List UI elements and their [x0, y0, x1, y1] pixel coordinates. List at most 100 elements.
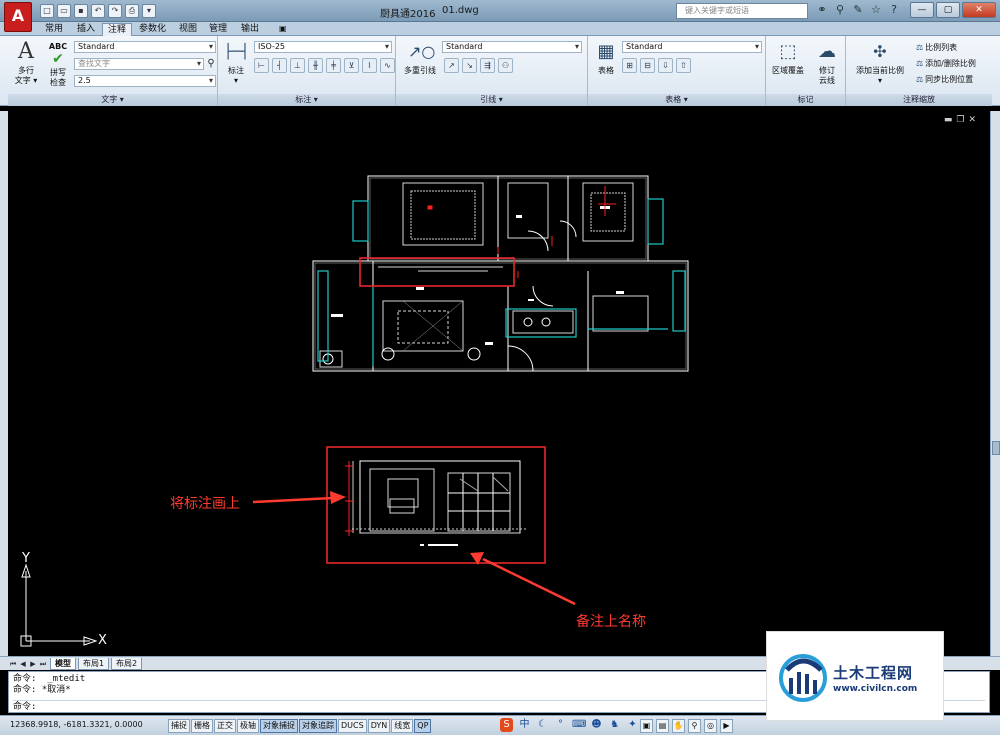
text-style-dropdown[interactable]: Standard [74, 41, 216, 53]
add-leader-icon[interactable]: ↗ [444, 58, 459, 73]
add-delete-scale-button[interactable]: ⚖ 添加/删除比例 [916, 58, 976, 69]
open-folder-icon[interactable]: ▭ [57, 4, 71, 18]
prev-tab-icon[interactable]: ◀ [18, 659, 28, 669]
dim-baseline-icon[interactable]: ⊥ [290, 58, 305, 73]
tab-insert[interactable]: 插入 [72, 23, 100, 36]
maximize-icon[interactable]: ▢ [936, 2, 960, 18]
dim-inspect-icon[interactable]: ⌇ [362, 58, 377, 73]
ime-tools-icon[interactable]: ✦ [626, 718, 639, 732]
sogou-ime-icon[interactable]: S [500, 718, 513, 732]
scrollbar-thumb[interactable] [992, 441, 1000, 455]
minimize-icon[interactable]: — [910, 2, 934, 18]
qat-dropdown-icon[interactable]: ▾ [142, 4, 156, 18]
showmotion-icon[interactable]: ▶ [720, 719, 733, 733]
leader-style-dropdown[interactable]: Standard [442, 41, 582, 53]
collect-leader-icon[interactable]: ⚇ [498, 58, 513, 73]
ime-language-indicator[interactable]: 中 [518, 718, 531, 732]
quick-view-layouts-icon[interactable]: ▤ [656, 719, 669, 733]
add-current-scale-button[interactable]: ✣ 添加当前比例 ▾ [850, 40, 910, 86]
dim-continue-icon[interactable]: ┤ [272, 58, 287, 73]
scale-list-button[interactable]: ⚖ 比例列表 [916, 42, 957, 53]
spell-check-button[interactable]: ABC ✔ 拼写 检查 [44, 40, 72, 88]
table-button[interactable]: ▦ 表格 [592, 40, 620, 76]
table-extract-icon[interactable]: ⊟ [640, 58, 655, 73]
communication-icon[interactable]: ✎ [851, 3, 865, 17]
subscription-key-icon[interactable]: ⚲ [833, 3, 847, 17]
dim-space-icon[interactable]: ╫ [308, 58, 323, 73]
dim-tolerance-icon[interactable]: ⊻ [344, 58, 359, 73]
model-space-icon[interactable]: ▣ [640, 719, 653, 733]
ime-keyboard-icon[interactable]: ⌨ [572, 718, 586, 732]
toggle-otrack[interactable]: 对象追踪 [299, 719, 337, 733]
panel-title-text[interactable]: 文字 ▾ [8, 94, 217, 106]
tab-annotate[interactable]: 注释 [102, 23, 133, 36]
find-text-input[interactable]: 查找文字 [74, 58, 204, 70]
ime-user-icon[interactable]: ☻ [590, 718, 603, 732]
ime-punctuation-icon[interactable]: ° [554, 718, 567, 732]
next-tab-icon[interactable]: ▶ [28, 659, 38, 669]
toggle-dyn[interactable]: DYN [367, 719, 391, 733]
dim-jog-icon[interactable]: ∿ [380, 58, 395, 73]
dimension-style-dropdown[interactable]: ISO-25 [254, 41, 392, 53]
tab-layout2[interactable]: 布局2 [111, 658, 143, 670]
print-icon[interactable]: ⎙ [125, 4, 139, 18]
first-tab-icon[interactable]: ⏮ [8, 659, 18, 669]
table-upload-icon[interactable]: ⇧ [676, 58, 691, 73]
ucs-y-label: Y [22, 551, 30, 566]
panel-title-dimension[interactable]: 标注 ▾ [218, 94, 395, 106]
tab-output[interactable]: 输出 [236, 23, 264, 36]
align-leader-icon[interactable]: ⇶ [480, 58, 495, 73]
table-link-icon[interactable]: ⊞ [622, 58, 637, 73]
search-input[interactable]: 键入关键字或短语 [676, 3, 808, 19]
coordinate-readout[interactable]: 12368.9918, -6181.3321, 0.0000 [10, 720, 143, 729]
dim-quick-icon[interactable]: ⊢ [254, 58, 269, 73]
toggle-polar[interactable]: 极轴 [237, 719, 259, 733]
tab-layout1[interactable]: 布局1 [78, 658, 110, 670]
steering-wheel-icon[interactable]: ◎ [704, 719, 717, 733]
undo-icon[interactable]: ↶ [91, 4, 105, 18]
toggle-ducs[interactable]: DUCS [338, 719, 367, 733]
multileader-label: 多重引线 [404, 66, 436, 75]
vertical-scrollbar[interactable] [990, 111, 1000, 656]
close-icon[interactable]: ✕ [962, 2, 996, 18]
table-download-icon[interactable]: ⇩ [658, 58, 673, 73]
new-file-icon[interactable]: □ [40, 4, 54, 18]
multiline-text-button[interactable]: A 多行 文字 ▾ [12, 40, 40, 86]
toggle-quick-properties[interactable]: QP [414, 719, 432, 733]
table-style-dropdown[interactable]: Standard [622, 41, 762, 53]
tab-home[interactable]: 常用 [40, 23, 68, 36]
text-height-dropdown[interactable]: 2.5 [74, 75, 216, 87]
save-icon[interactable]: ▪ [74, 4, 88, 18]
application-menu-logo[interactable]: A [4, 2, 32, 32]
tab-manage[interactable]: 管理 [204, 23, 232, 36]
panel-title-leader[interactable]: 引线 ▾ [396, 94, 587, 106]
tab-model[interactable]: 模型 [50, 658, 76, 670]
help-icon[interactable]: ? [887, 3, 901, 17]
remove-leader-icon[interactable]: ↘ [462, 58, 477, 73]
sync-scale-button[interactable]: ⚖ 同步比例位置 [916, 74, 973, 85]
binoculars-icon[interactable]: ⚭ [815, 3, 829, 17]
zoom-icon[interactable]: ⚲ [688, 719, 701, 733]
ime-moon-icon[interactable]: ☾ [536, 718, 549, 732]
revision-cloud-button[interactable]: ☁ 修订 云线 [810, 40, 844, 86]
pan-icon[interactable]: ✋ [672, 719, 685, 733]
toggle-snap[interactable]: 捕捉 [168, 719, 190, 733]
panel-title-table[interactable]: 表格 ▾ [588, 94, 765, 106]
redo-icon[interactable]: ↷ [108, 4, 122, 18]
toggle-lineweight[interactable]: 线宽 [391, 719, 414, 733]
wipeout-button[interactable]: ⬚ 区域覆盖 [768, 40, 808, 76]
ime-skin-icon[interactable]: ♞ [608, 718, 621, 732]
toggle-osnap[interactable]: 对象捕捉 [260, 719, 298, 733]
multileader-button[interactable]: ↗○ 多重引线 [400, 40, 440, 76]
tab-minimize-ribbon[interactable]: ▣ [274, 23, 292, 36]
toggle-ortho[interactable]: 正交 [214, 719, 236, 733]
drawing-canvas[interactable]: ▬❐✕ 将标注画上 备注上名称 Y X [8, 111, 990, 656]
dimension-button[interactable]: ├─┤ 标注 ▾ [222, 40, 250, 86]
tab-view[interactable]: 视图 [174, 23, 202, 36]
find-text-icon[interactable]: ⚲ [204, 57, 218, 71]
tab-parametric[interactable]: 参数化 [134, 23, 171, 36]
last-tab-icon[interactable]: ⏭ [38, 659, 48, 669]
dim-break-icon[interactable]: ╪ [326, 58, 341, 73]
favorites-star-icon[interactable]: ☆ [869, 3, 883, 17]
toggle-grid[interactable]: 栅格 [191, 719, 213, 733]
